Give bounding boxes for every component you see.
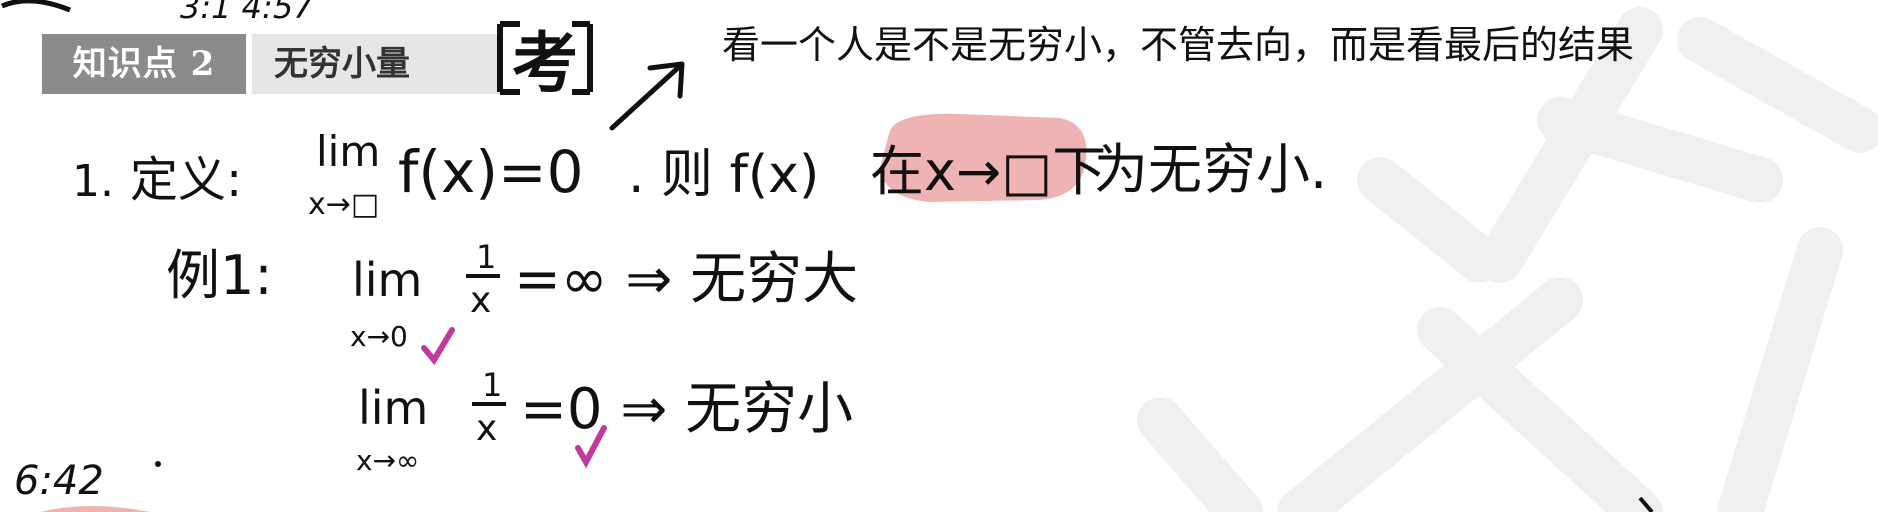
definition-tail: 为无穷小.	[1094, 138, 1327, 201]
timestamp: 6:42	[14, 458, 104, 504]
definition-then: . 则 f(x)	[628, 145, 819, 205]
example1-label: 例1:	[166, 244, 273, 307]
handwritten-stamp: 考	[512, 25, 578, 102]
example2-result: =0 ⇒ 无穷小	[520, 377, 853, 442]
example1-lim-sub: x→0	[350, 320, 408, 353]
ink-stroke-partial	[1638, 496, 1654, 512]
top-timestamp: 3:1 4:57	[180, 0, 314, 26]
example2-frac-num: 1	[482, 366, 502, 404]
handwriting-layer: 3:1 4:57 考 1. 定义: lim x→□ f(x)=0 . 则 f(x…	[1, 0, 1654, 512]
definition-label: 定义:	[130, 152, 242, 208]
ink-scribble	[1, 0, 71, 13]
definition-number: 1.	[72, 156, 114, 207]
example1-frac-num: 1	[476, 238, 496, 276]
arrow-icon	[609, 61, 685, 131]
definition-highlighted: 在x→□下	[870, 140, 1106, 203]
ink-dot	[155, 461, 161, 467]
highlight-mark-partial	[40, 506, 150, 512]
example1-result: =∞ ⇒ 无穷大	[514, 247, 858, 312]
example2-lim-sub: x→∞	[356, 444, 419, 477]
example1-frac-den: x	[470, 280, 491, 321]
definition-expr: f(x)=0	[398, 138, 584, 206]
note-page: 知识点 2 无穷小量 看一个人是不是无穷小，不管去向，而是看最后的结果 3:1 …	[0, 0, 1878, 512]
check-icon	[421, 327, 455, 366]
definition-lim-sub: x→□	[308, 187, 379, 222]
example2-lim: lim	[358, 381, 428, 435]
example2-frac-den: x	[476, 408, 497, 449]
definition-lim: lim	[316, 127, 380, 176]
example1-lim: lim	[352, 253, 422, 307]
